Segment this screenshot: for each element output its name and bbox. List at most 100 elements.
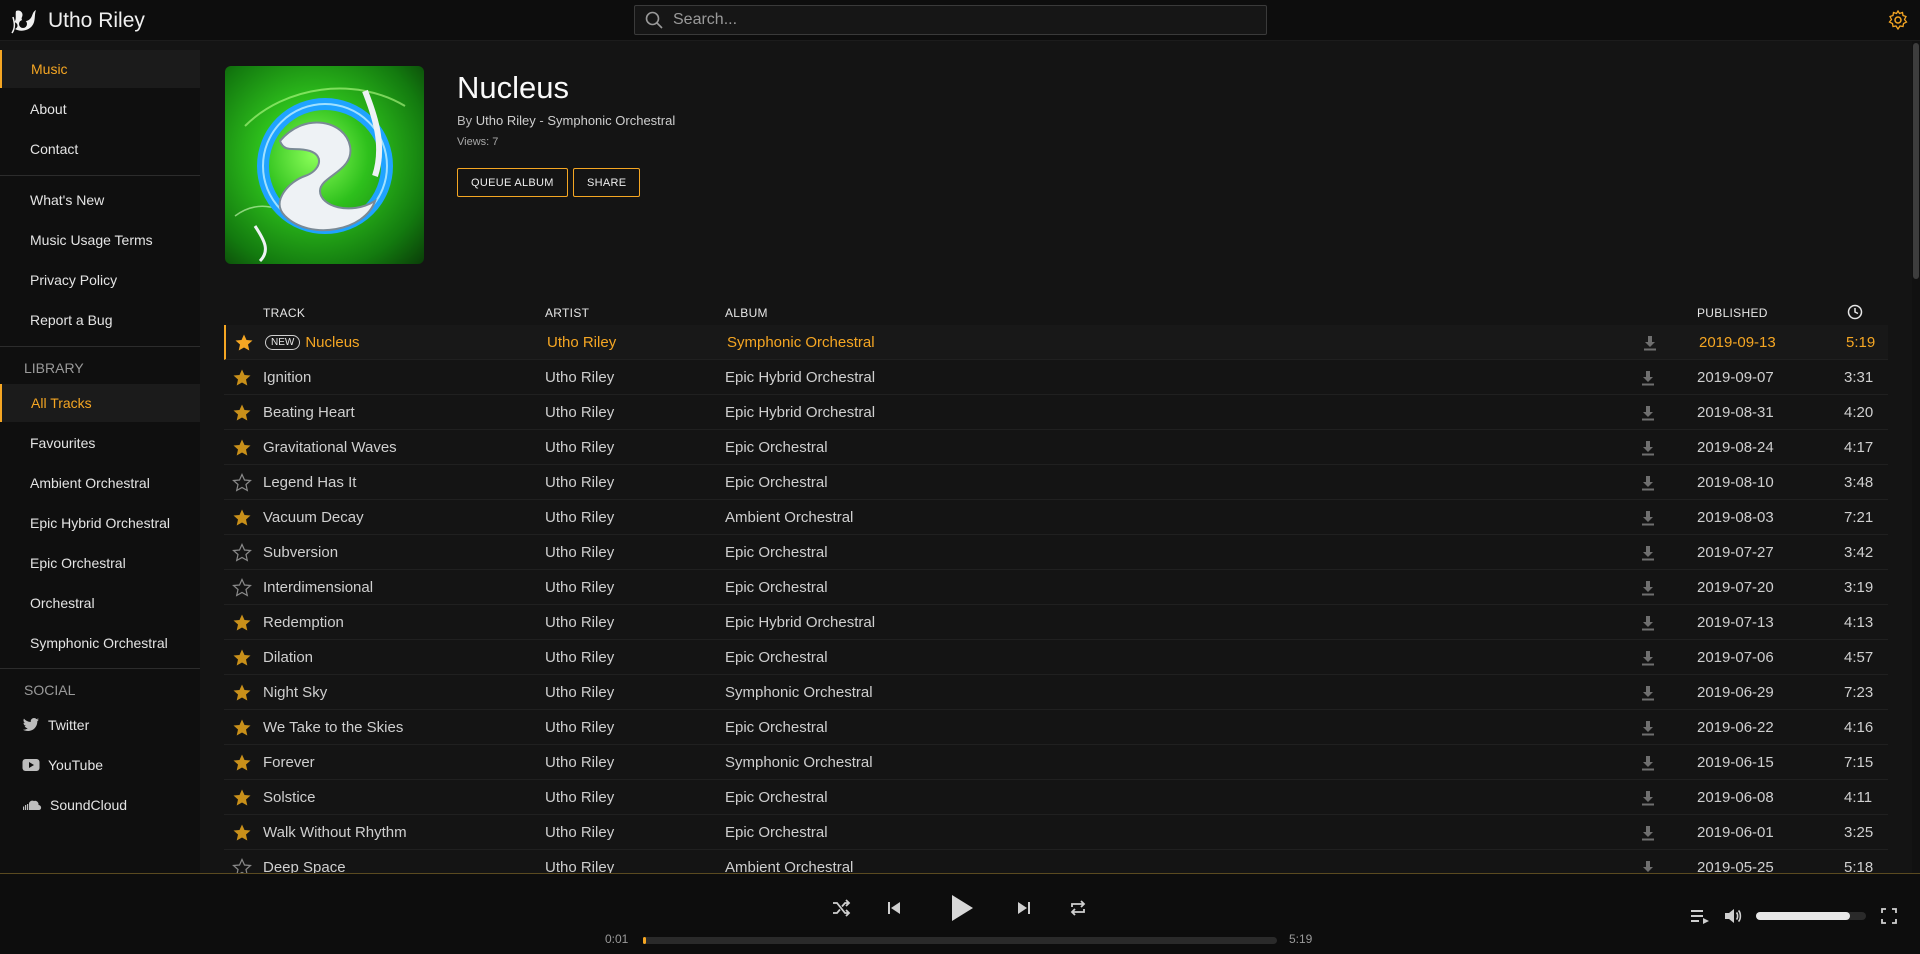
column-header-track[interactable]: TRACK [263,306,305,320]
sidebar-item-music-usage-terms[interactable]: Music Usage Terms [0,221,200,259]
track-artist[interactable]: Utho Riley [545,430,614,465]
queue-list-icon[interactable] [1690,907,1710,925]
brand[interactable]: Utho Riley [10,6,145,36]
column-header-artist[interactable]: ARTIST [545,306,589,320]
sidebar-item-epic-orchestral[interactable]: Epic Orchestral [0,544,200,582]
track-album[interactable]: Epic Orchestral [725,535,828,570]
track-title[interactable]: Gravitational Waves [263,430,397,465]
download-icon[interactable] [1640,545,1656,561]
star-filled-icon[interactable] [232,508,252,528]
table-row[interactable]: Redemption Utho Riley Epic Hybrid Orchestr… [224,605,1888,640]
clock-icon[interactable] [1847,304,1863,320]
next-track-icon[interactable] [1016,900,1032,916]
download-icon[interactable] [1640,720,1656,736]
byline-artist-link[interactable]: Utho Riley [476,113,536,128]
track-artist[interactable]: Utho Riley [545,815,614,850]
fullscreen-icon[interactable] [1881,908,1897,924]
volume-slider[interactable] [1756,912,1866,920]
download-icon[interactable] [1642,335,1658,351]
track-artist[interactable]: Utho Riley [545,465,614,500]
track-artist[interactable]: Utho Riley [545,500,614,535]
track-title[interactable]: Solstice [263,780,316,815]
track-title[interactable]: Subversion [263,535,338,570]
track-artist[interactable]: Utho Riley [545,360,614,395]
sidebar-item-whats-new[interactable]: What's New [0,181,200,219]
repeat-icon[interactable] [1068,898,1088,918]
track-album[interactable]: Epic Orchestral [725,815,828,850]
download-icon[interactable] [1640,510,1656,526]
track-album[interactable]: Epic Orchestral [725,570,828,605]
table-row[interactable]: Ignition Utho Riley Epic Hybrid Orchestral… [224,360,1888,395]
track-title[interactable]: Redemption [263,605,344,640]
track-artist[interactable]: Utho Riley [545,570,614,605]
search-input[interactable] [673,11,1233,29]
sidebar-item-music[interactable]: Music [0,50,200,88]
download-icon[interactable] [1640,405,1656,421]
track-artist[interactable]: Utho Riley [547,325,616,360]
star-filled-icon[interactable] [232,368,252,388]
track-album[interactable]: Symphonic Orchestral [725,675,873,710]
download-icon[interactable] [1640,615,1656,631]
column-header-album[interactable]: ALBUM [725,306,768,320]
sidebar-item-soundcloud[interactable]: SoundCloud [0,786,200,824]
table-row[interactable]: Beating Heart Utho Riley Epic Hybrid Orche… [224,395,1888,430]
queue-album-button[interactable]: QUEUE ALBUM [457,168,568,197]
track-title[interactable]: Beating Heart [263,395,355,430]
track-title[interactable]: Night Sky [263,675,327,710]
download-icon[interactable] [1640,755,1656,771]
star-filled-icon[interactable] [232,823,252,843]
track-title[interactable]: Ignition [263,360,311,395]
table-row[interactable]: Walk Without Rhythm Utho Riley Epic Orches… [224,815,1888,850]
table-row[interactable]: Night Sky Utho Riley Symphonic Orchestral 2… [224,675,1888,710]
star-outline-icon[interactable] [232,472,252,493]
shuffle-icon[interactable] [831,898,851,918]
gear-icon[interactable] [1888,10,1908,30]
table-row[interactable]: Legend Has It Utho Riley Epic Orchestral 20… [224,465,1888,500]
star-filled-icon[interactable] [232,683,252,703]
track-album[interactable]: Epic Hybrid Orchestral [725,395,875,430]
track-album[interactable]: Epic Orchestral [725,465,828,500]
byline-collection-link[interactable]: Symphonic Orchestral [547,113,675,128]
sidebar-item-twitter[interactable]: Twitter [0,706,200,744]
table-row[interactable]: Gravitational Waves Utho Riley Epic Orches… [224,430,1888,465]
track-album[interactable]: Epic Orchestral [725,430,828,465]
track-album[interactable]: Ambient Orchestral [725,500,853,535]
table-row[interactable]: Subversion Utho Riley Epic Orchestral 2019-… [224,535,1888,570]
track-album[interactable]: Symphonic Orchestral [725,745,873,780]
star-filled-icon[interactable] [232,403,252,423]
track-artist[interactable]: Utho Riley [545,640,614,675]
track-artist[interactable]: Utho Riley [545,605,614,640]
search-bar[interactable] [634,5,1267,35]
sidebar-item-symphonic-orchestral[interactable]: Symphonic Orchestral [0,624,200,662]
table-row[interactable]: Vacuum Decay Utho Riley Ambient Orchestral… [224,500,1888,535]
table-row[interactable]: Solstice Utho Riley Epic Orchestral 2019-06… [224,780,1888,815]
sidebar-item-orchestral[interactable]: Orchestral [0,584,200,622]
star-filled-icon[interactable] [232,788,252,808]
star-outline-icon[interactable] [232,542,252,563]
track-title[interactable]: Interdimensional [263,570,373,605]
progress-bar[interactable] [643,937,1277,944]
download-icon[interactable] [1640,440,1656,456]
table-row[interactable]: Forever Utho Riley Symphonic Orchestral 201… [224,745,1888,780]
download-icon[interactable] [1640,475,1656,491]
table-row[interactable]: We Take to the Skies Utho Riley Epic Orche… [224,710,1888,745]
track-artist[interactable]: Utho Riley [545,745,614,780]
track-title[interactable]: Forever [263,745,315,780]
sidebar-item-youtube[interactable]: YouTube [0,746,200,784]
track-artist[interactable]: Utho Riley [545,710,614,745]
star-filled-icon[interactable] [232,648,252,668]
sidebar-item-favourites[interactable]: Favourites [0,424,200,462]
sidebar-item-epic-hybrid-orchestral[interactable]: Epic Hybrid Orchestral [0,504,200,542]
sidebar-item-about[interactable]: About [0,90,200,128]
star-filled-icon[interactable] [232,718,252,738]
column-header-published[interactable]: PUBLISHED [1697,306,1768,320]
track-album[interactable]: Epic Hybrid Orchestral [725,360,875,395]
track-artist[interactable]: Utho Riley [545,395,614,430]
track-album[interactable]: Epic Orchestral [725,780,828,815]
table-row[interactable]: NEW Nucleus Utho Riley Symphonic Orchestral… [224,325,1888,360]
track-title[interactable]: Vacuum Decay [263,500,364,535]
track-artist[interactable]: Utho Riley [545,675,614,710]
star-filled-icon[interactable] [232,438,252,458]
star-filled-icon[interactable] [232,753,252,773]
sidebar-item-report-a-bug[interactable]: Report a Bug [0,301,200,339]
